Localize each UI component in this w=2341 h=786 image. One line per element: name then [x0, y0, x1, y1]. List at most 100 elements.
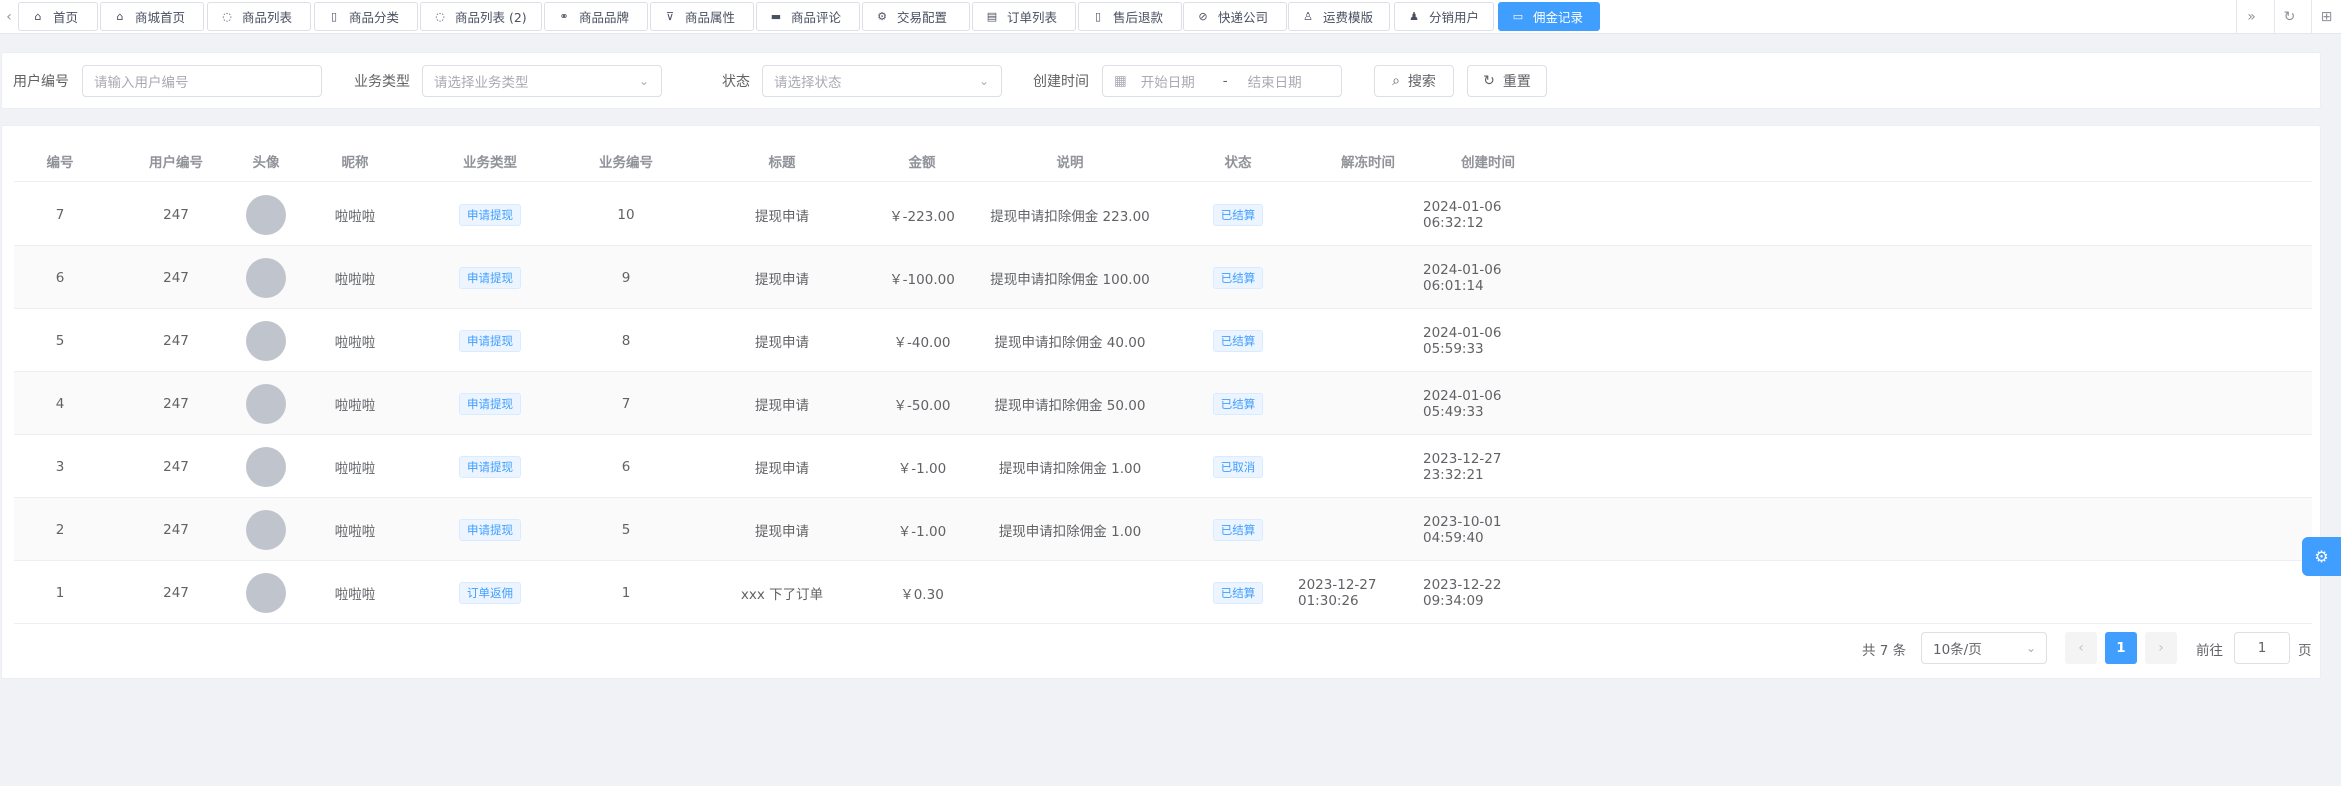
- col-unfreeze-time-cell: 2023-12-27 01:30:26: [1298, 576, 1377, 609]
- tab-item[interactable]: ▭ 佣金记录: [1498, 2, 1600, 31]
- avatar: [246, 320, 286, 361]
- tabs-bar: ‹ ⌂ 首页 ⌂ 商城首页 ◌ 商品列表 ▯ 商品分类 ◌ 商品列表 (2) ⚭ 商品品牌 ⊽ 商品属性 ▬…: [0, 0, 2341, 34]
- col-created-time-cell: 2023-12-27 23:32:21: [1423, 450, 1502, 483]
- search-form: 用户编号 请输入用户编号 业务类型 请选择业务类型 ⌄ 状态 请选择状态 ⌄ 创…: [1, 52, 2321, 109]
- col-status-cell: 已结算: [1178, 372, 1298, 435]
- search-button[interactable]: ⌕ 搜索: [1374, 65, 1454, 97]
- page-size-value: 10条/页: [1933, 642, 1982, 658]
- col-status-cell: 已结算: [1178, 498, 1298, 561]
- reset-button[interactable]: ↻ 重置: [1467, 65, 1547, 97]
- tab-label: 商城首页: [135, 10, 186, 25]
- link-icon: ⚭: [559, 10, 569, 23]
- table-row: 4 247 啦啦啦 申请提现 7 提现申请 ￥-50.00 提现申请扣除佣金 50.00 已结算…: [14, 372, 2312, 435]
- end-date-placeholder: 结束日期: [1247, 75, 1302, 91]
- user-icon: ♙: [1303, 10, 1313, 23]
- chevron-down-icon: ⌄: [638, 74, 649, 88]
- prev-page-button[interactable]: ‹: [2065, 632, 2097, 664]
- refresh-icon[interactable]: ↻: [2274, 0, 2304, 33]
- goto-page-input[interactable]: 1: [2234, 632, 2290, 664]
- status-badge: 已结算: [1212, 518, 1264, 541]
- col-biz-id-cell: 5: [621, 521, 631, 538]
- col-unfreeze-time-cell: [1298, 372, 1438, 435]
- tab-item[interactable]: ⌂ 商城首页: [100, 2, 204, 31]
- tab-item[interactable]: ♟ 分销用户: [1394, 2, 1494, 31]
- table-row: 1 247 啦啦啦 订单返佣 1 xxx 下了订单 ￥0.30 已结算 2023-12-27 0…: [14, 561, 2312, 624]
- refund-icon: ▯: [1094, 10, 1102, 23]
- col-desc-cell: 提现申请扣除佣金 223.00: [990, 208, 1150, 225]
- date-range-picker[interactable]: ▦ 开始日期 - 结束日期: [1102, 65, 1342, 97]
- biz-type-label: 业务类型: [354, 74, 410, 90]
- col-biz-type-cell: 申请提现: [415, 246, 565, 309]
- avatar: [246, 509, 286, 550]
- col-created-time-cell: 2024-01-06 05:49:33: [1423, 387, 1502, 420]
- col-title-cell: 提现申请: [755, 208, 809, 225]
- avatar: [246, 383, 286, 424]
- tab-item[interactable]: ◌ 商品列表 (2): [420, 2, 542, 31]
- search-icon: ⌕: [1392, 73, 1400, 89]
- tab-item[interactable]: ◌ 商品列表: [207, 2, 311, 31]
- col-unfreeze-time-cell: [1298, 498, 1438, 561]
- table-row: 5 247 啦啦啦 申请提现 8 提现申请 ￥-40.00 提现申请扣除佣金 40.00 已结算…: [14, 309, 2312, 372]
- settings-gear-icon[interactable]: ⚙: [2302, 537, 2341, 576]
- tab-label: 商品分类: [349, 10, 400, 25]
- col-created-time-cell: 2024-01-06 06:32:12: [1423, 198, 1502, 231]
- col-created-time-cell: 2023-10-01 04:59:40: [1423, 513, 1502, 546]
- col-biz-type-cell: 申请提现: [415, 498, 565, 561]
- col-nickname-cell: 啦啦啦: [334, 208, 376, 225]
- col-created-time-cell: 2023-12-22 09:34:09: [1423, 576, 1502, 609]
- table-row: 6 247 啦啦啦 申请提现 9 提现申请 ￥-100.00 提现申请扣除佣金 100.00 已…: [14, 246, 2312, 309]
- status-badge: 已结算: [1212, 203, 1264, 226]
- col-created-time-cell: 2024-01-06 06:01:14: [1423, 261, 1502, 294]
- biz-type-placeholder: 请选择业务类型: [434, 75, 529, 91]
- status-select[interactable]: 请选择状态 ⌄: [762, 65, 1002, 97]
- next-page-button[interactable]: ›: [2145, 632, 2177, 664]
- tab-item[interactable]: ♙ 运费模版: [1288, 2, 1390, 31]
- col-nickname-cell: 啦啦啦: [334, 586, 376, 603]
- col-status-cell: 已结算: [1178, 561, 1298, 624]
- col-biz-type-cell: 申请提现: [415, 372, 565, 435]
- grid-menu-icon[interactable]: ⊞: [2311, 0, 2341, 33]
- range-separator: -: [1222, 73, 1228, 89]
- biz-type-tag: 申请提现: [459, 392, 521, 415]
- col-nickname-cell: 啦啦啦: [334, 334, 376, 351]
- tab-item[interactable]: ▬ 商品评论: [756, 2, 860, 31]
- col-desc-cell: 提现申请扣除佣金 40.00: [994, 334, 1146, 351]
- page-number-button[interactable]: 1: [2105, 632, 2137, 664]
- comment-icon: ▬: [770, 10, 782, 23]
- tab-item[interactable]: ⌂ 首页: [18, 2, 98, 31]
- tab-label: 订单列表: [1007, 10, 1058, 25]
- tab-item[interactable]: ⚙ 交易配置: [862, 2, 970, 31]
- tab-label: 商品列表: [242, 10, 293, 25]
- col-biz-type-cell: 申请提现: [415, 183, 565, 246]
- user-icon: ♟: [1409, 10, 1419, 23]
- commission-table-card: 编号 用户编号 头像 昵称 业务类型 业务编号 标题 金额 说明 状态 解冻时间 创建时间 7 247 啦…: [1, 125, 2321, 679]
- col-nickname-cell: 啦啦啦: [334, 523, 376, 540]
- search-button-label: 搜索: [1407, 74, 1436, 90]
- col-desc-cell: 提现申请扣除佣金 50.00: [994, 397, 1146, 414]
- tab-item[interactable]: ⊽ 商品属性: [650, 2, 754, 31]
- biz-type-select[interactable]: 请选择业务类型 ⌄: [422, 65, 662, 97]
- box-icon: ◌: [435, 10, 445, 23]
- status-badge: 已结算: [1212, 329, 1264, 352]
- user-id-placeholder: 请输入用户编号: [94, 75, 189, 91]
- tab-item[interactable]: ▯ 售后退款: [1078, 2, 1182, 31]
- tabs-scroll-left-icon[interactable]: ‹: [0, 0, 18, 33]
- status-placeholder: 请选择状态: [774, 75, 842, 91]
- user-id-input[interactable]: 请输入用户编号: [82, 65, 322, 97]
- folder-icon: ▯: [330, 10, 338, 23]
- pagination-total: 共 7 条: [1862, 643, 1907, 659]
- tabs-scroll-right-icon[interactable]: »: [2236, 0, 2266, 33]
- tab-item[interactable]: ⊘ 快递公司: [1183, 2, 1287, 31]
- page-size-select[interactable]: 10条/页 ⌄: [1921, 632, 2047, 664]
- col-nickname-cell: 啦啦啦: [334, 397, 376, 414]
- page-suffix: 页: [2298, 643, 2312, 659]
- col-unfreeze-time-cell: [1298, 309, 1438, 372]
- status-badge: 已结算: [1212, 392, 1264, 415]
- tab-item[interactable]: ▯ 商品分类: [314, 2, 418, 31]
- goto-label: 前往: [2196, 643, 2223, 659]
- start-date-placeholder: 开始日期: [1140, 75, 1195, 91]
- table-row: 3 247 啦啦啦 申请提现 6 提现申请 ￥-1.00 提现申请扣除佣金 1.00 已取消 20…: [14, 435, 2312, 498]
- tab-item[interactable]: ▤ 订单列表: [972, 2, 1076, 31]
- tab-item[interactable]: ⚭ 商品品牌: [544, 2, 648, 31]
- col-unfreeze-time-cell: [1298, 246, 1438, 309]
